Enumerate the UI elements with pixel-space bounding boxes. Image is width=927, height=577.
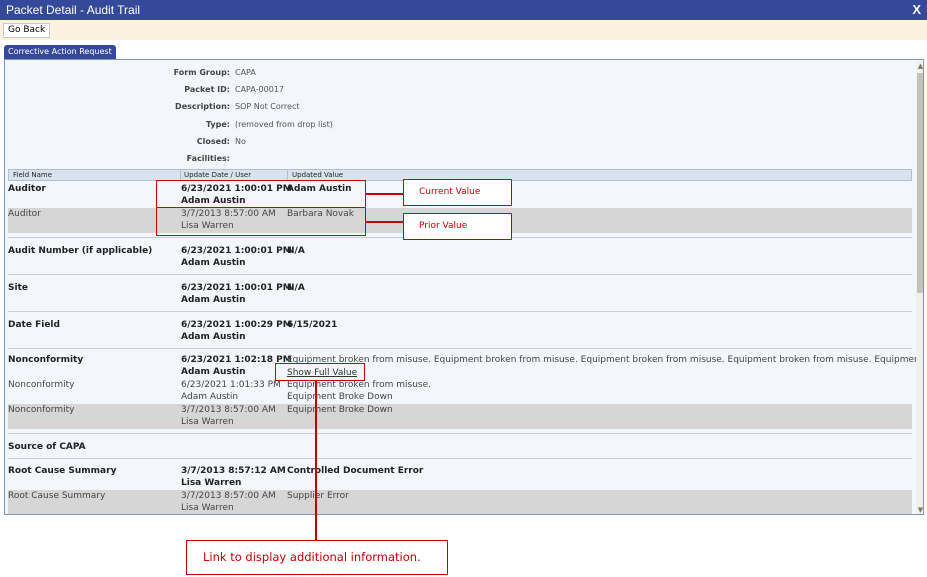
row-divider: [8, 274, 912, 275]
updated-value-cell: Controlled Document Error: [287, 466, 424, 476]
field-name-cell: Site: [8, 283, 28, 293]
scroll-down-icon[interactable]: ▼: [916, 505, 923, 514]
current-value-callout: Current Value: [403, 179, 512, 206]
type-label: Type:: [205, 120, 230, 129]
row-divider: [8, 433, 912, 434]
update-user-cell: Adam Austin: [181, 392, 239, 402]
current-value-connector: [366, 193, 403, 195]
table-row[interactable]: Date Field 6/23/2021 1:00:29 PM Adam Aus…: [8, 319, 912, 344]
row-divider: [8, 348, 912, 349]
update-user-cell: Lisa Warren: [181, 417, 234, 427]
updated-value-cell: N/A: [287, 246, 305, 256]
row-divider: [8, 458, 912, 459]
prior-value-connector: [366, 221, 403, 223]
prior-value-highlight: [156, 207, 366, 236]
prior-value-callout: Prior Value: [403, 213, 512, 240]
field-name-cell: Nonconformity: [8, 380, 75, 390]
updated-value-cell: 6/15/2021: [287, 320, 338, 330]
update-date-cell: 3/7/2013 8:57:00 AM: [181, 405, 276, 415]
packet-id-label: Packet ID:: [184, 85, 230, 94]
update-date-cell: 6/23/2021 1:00:01 PM: [181, 246, 292, 256]
updated-value-cell-line2: Equipment Broke Down: [287, 392, 393, 402]
tab-corrective-action-request[interactable]: Corrective Action Request: [4, 45, 116, 59]
field-name-cell: Date Field: [8, 320, 60, 330]
form-group-value: CAPA: [235, 68, 256, 77]
form-group-label: Form Group:: [173, 68, 230, 77]
field-name-cell: Root Cause Summary: [8, 466, 117, 476]
table-row[interactable]: Root Cause Summary 3/7/2013 8:57:12 AM L…: [8, 465, 912, 490]
closed-value: No: [235, 137, 246, 146]
facilities-label: Facilities:: [186, 154, 230, 163]
updated-value-cell: Equipment broken from misuse. Equipment …: [287, 355, 924, 365]
field-name-cell: Nonconformity: [8, 355, 84, 365]
update-date-cell: 6/23/2021 1:00:29 PM: [181, 320, 292, 330]
update-date-cell: 3/7/2013 8:57:00 AM: [181, 491, 276, 501]
update-user-cell: Lisa Warren: [181, 503, 234, 513]
table-row[interactable]: Nonconformity 3/7/2013 8:57:00 AM Lisa W…: [8, 404, 912, 429]
field-name-cell: Root Cause Summary: [8, 491, 106, 501]
update-user-cell: Adam Austin: [181, 332, 246, 342]
table-row[interactable]: Nonconformity 6/23/2021 1:01:33 PM Adam …: [8, 379, 912, 404]
column-header-update-date-user[interactable]: Update Date / User: [184, 171, 251, 179]
go-back-button[interactable]: Go Back: [3, 23, 51, 38]
row-divider: [8, 311, 912, 312]
column-header-updated-value[interactable]: Updated Value: [292, 171, 343, 179]
audit-trail-panel: Form Group: CAPA Packet ID: CAPA-00017 D…: [4, 59, 924, 515]
table-row[interactable]: Site 6/23/2021 1:00:01 PM Adam Austin N/…: [8, 282, 912, 307]
vertical-scrollbar[interactable]: ▲ ▼: [916, 61, 923, 514]
window-titlebar: Packet Detail - Audit Trail X: [0, 0, 927, 20]
link-info-connector: [315, 381, 317, 540]
link-info-callout: Link to display additional information.: [186, 540, 448, 575]
scroll-up-icon[interactable]: ▲: [916, 61, 923, 71]
table-row[interactable]: Audit Number (if applicable) 6/23/2021 1…: [8, 245, 912, 270]
close-button[interactable]: X: [912, 2, 921, 17]
field-name-cell: Auditor: [8, 209, 41, 219]
closed-label: Closed:: [196, 137, 230, 146]
update-user-cell: Adam Austin: [181, 295, 246, 305]
update-user-cell: Adam Austin: [181, 258, 246, 268]
field-name-cell: Source of CAPA: [8, 442, 86, 452]
update-user-cell: Adam Austin: [181, 367, 246, 377]
field-name-cell: Audit Number (if applicable): [8, 246, 153, 256]
update-date-cell: 6/23/2021 1:00:01 PM: [181, 283, 292, 293]
update-date-cell: 6/23/2021 1:01:33 PM: [181, 380, 281, 390]
updated-value-cell: N/A: [287, 283, 305, 293]
table-row[interactable]: Nonconformity 6/23/2021 1:02:18 PM Adam …: [8, 354, 923, 379]
description-value: SOP Not Correct: [235, 102, 300, 111]
toolbar: Go Back: [0, 20, 927, 40]
current-value-highlight: [156, 180, 366, 208]
window-title: Packet Detail - Audit Trail: [6, 3, 141, 17]
field-name-cell: Nonconformity: [8, 405, 75, 415]
packet-id-value: CAPA-00017: [235, 85, 285, 94]
type-value: (removed from drop list): [235, 120, 333, 129]
table-row[interactable]: Root Cause Summary 3/7/2013 8:57:00 AM L…: [8, 490, 912, 514]
update-user-cell: Lisa Warren: [181, 478, 242, 488]
updated-value-cell: Supplier Error: [287, 491, 349, 501]
updated-value-cell: Equipment broken from misuse.: [287, 380, 431, 390]
column-header-field-name[interactable]: Field Name: [13, 171, 52, 179]
table-row[interactable]: Source of CAPA: [8, 441, 912, 457]
update-date-cell: 3/7/2013 8:57:12 AM: [181, 466, 286, 476]
show-full-value-highlight: [275, 363, 365, 381]
field-name-cell: Auditor: [8, 184, 46, 194]
scrollbar-thumb[interactable]: [917, 73, 923, 293]
updated-value-cell: Equipment Broke Down: [287, 405, 393, 415]
description-label: Description:: [175, 102, 230, 111]
